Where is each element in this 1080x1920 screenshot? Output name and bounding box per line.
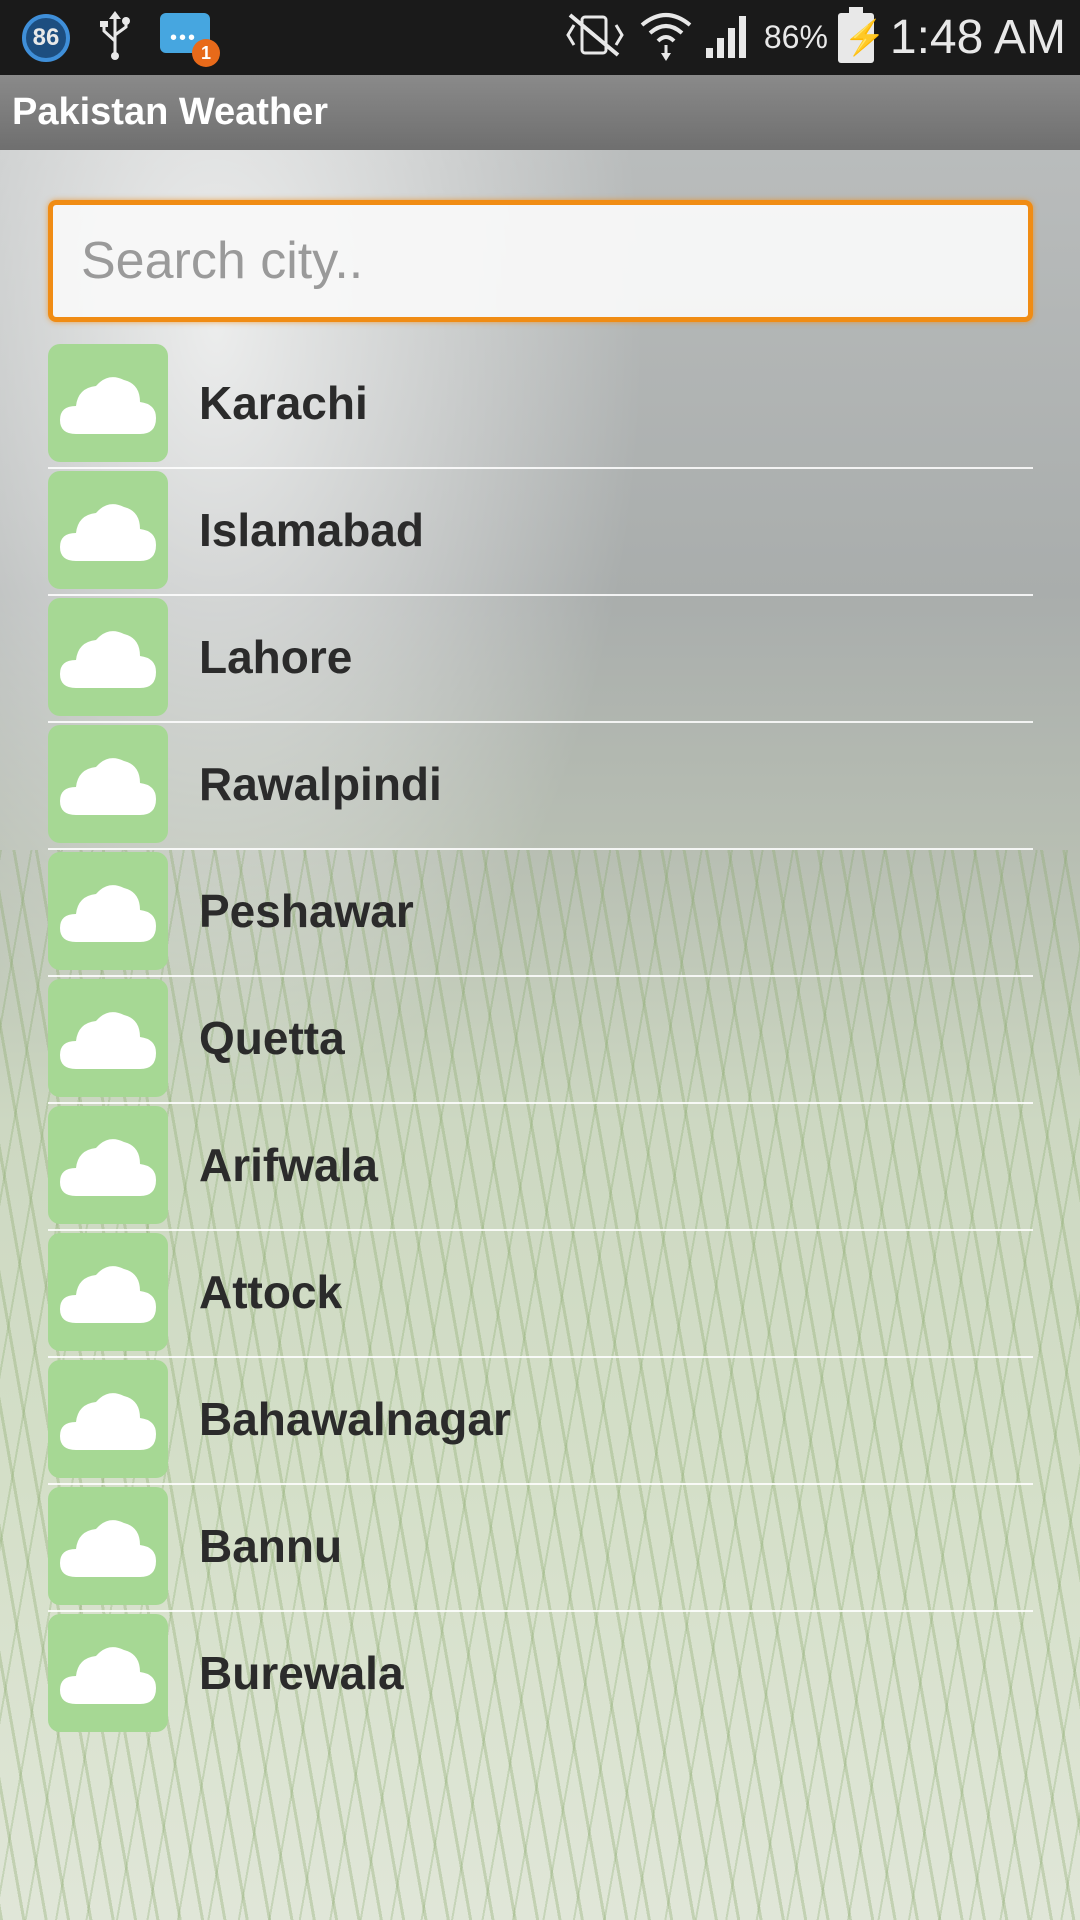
city-row-quetta[interactable]: Quetta	[48, 977, 1033, 1104]
city-name: Bahawalnagar	[199, 1393, 511, 1445]
city-list: Karachi Islamabad Lahore Rawalpindi Pesh…	[48, 342, 1033, 1739]
city-row-karachi[interactable]: Karachi	[48, 342, 1033, 469]
notification-count-badge: 86	[22, 14, 70, 62]
cloud-icon	[48, 852, 168, 970]
cloud-icon	[48, 979, 168, 1097]
cloud-icon	[48, 1233, 168, 1351]
cloud-icon	[48, 471, 168, 589]
cloud-icon	[48, 1106, 168, 1224]
clock: 1:48 AM	[889, 11, 1066, 64]
cloud-icon	[48, 1360, 168, 1478]
usb-icon	[98, 10, 132, 66]
city-row-islamabad[interactable]: Islamabad	[48, 469, 1033, 596]
message-icon: ••• 1	[160, 11, 220, 67]
city-row-rawalpindi[interactable]: Rawalpindi	[48, 723, 1033, 850]
city-name: Peshawar	[199, 885, 414, 937]
app-title: Pakistan Weather	[12, 91, 329, 133]
message-count-badge: 1	[192, 39, 220, 67]
wifi-icon	[638, 9, 694, 66]
city-row-bannu[interactable]: Bannu	[48, 1485, 1033, 1612]
cloud-icon	[48, 1487, 168, 1605]
city-name: Burewala	[199, 1647, 404, 1699]
city-name: Bannu	[199, 1520, 343, 1572]
city-name: Quetta	[199, 1012, 345, 1064]
city-row-attock[interactable]: Attock	[48, 1231, 1033, 1358]
city-name: Islamabad	[199, 504, 424, 556]
city-name: Attock	[199, 1266, 343, 1318]
action-bar: Pakistan Weather	[0, 75, 1080, 150]
status-bar: 86 ••• 1 86% ⚡ 1:48 AM	[0, 0, 1080, 75]
city-row-bahawalnagar[interactable]: Bahawalnagar	[48, 1358, 1033, 1485]
city-row-lahore[interactable]: Lahore	[48, 596, 1033, 723]
signal-icon	[704, 10, 754, 65]
city-row-peshawar[interactable]: Peshawar	[48, 850, 1033, 977]
cloud-icon	[48, 598, 168, 716]
cloud-icon	[48, 725, 168, 843]
city-row-arifwala[interactable]: Arifwala	[48, 1104, 1033, 1231]
vibrate-mute-icon	[560, 11, 628, 64]
city-name: Lahore	[199, 631, 353, 683]
battery-charging-icon: ⚡	[837, 6, 886, 63]
city-name: Arifwala	[199, 1139, 378, 1191]
cloud-icon	[48, 1614, 168, 1732]
status-bar-notifications: 86 ••• 1	[22, 8, 220, 68]
city-row-burewala[interactable]: Burewala	[48, 1612, 1033, 1739]
search-input[interactable]	[48, 200, 1033, 322]
battery-percent: 86%	[763, 19, 828, 55]
status-bar-system: 86% ⚡ 1:48 AM	[560, 0, 1066, 75]
city-name: Rawalpindi	[199, 758, 442, 810]
cloud-icon	[48, 344, 168, 462]
city-name: Karachi	[199, 377, 368, 429]
